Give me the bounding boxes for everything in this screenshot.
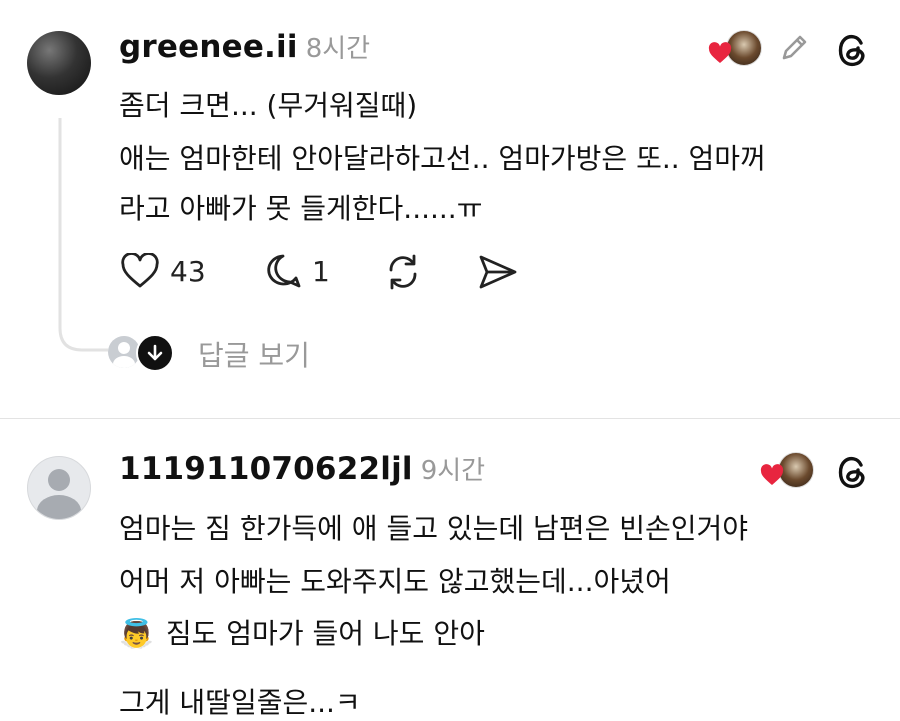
threads-logo-icon[interactable]	[832, 30, 872, 70]
comment-text-line: 라고 아빠가 못 들게한다......ㅠ	[119, 192, 483, 225]
author-liked-badge	[760, 452, 814, 492]
reply-count: 1	[312, 255, 330, 288]
repost-icon[interactable]	[383, 252, 423, 292]
timestamp: 9시간	[420, 456, 486, 486]
reply-avatars[interactable]	[108, 334, 174, 372]
thread-connector-line	[58, 118, 108, 352]
avatar[interactable]	[27, 31, 91, 95]
share-send-icon[interactable]	[477, 253, 519, 291]
comment-text-line: 👼 짐도 엄마가 들어 나도 안아	[119, 612, 485, 652]
comment-text-line: 어머 저 아빠는 도와주지도 않고했는데...아녔어	[119, 565, 671, 598]
edit-pencil-icon[interactable]	[776, 30, 812, 66]
view-replies-link[interactable]: 답글 보기	[198, 334, 310, 374]
like-icon[interactable]	[120, 253, 160, 289]
timestamp: 8시간	[305, 34, 371, 64]
username[interactable]: greenee.ii	[119, 29, 298, 65]
comment-text: 짐도 엄마가 들어 나도 안아	[165, 617, 485, 650]
heart-icon	[708, 42, 732, 63]
username[interactable]: 111911070622ljl	[119, 451, 413, 487]
comment-header: 111911070622ljl 9시간	[119, 450, 485, 493]
angel-emoji-icon: 👼	[119, 617, 154, 650]
comment-text-line: 그게 내딸일줄은...ㅋ	[119, 686, 361, 719]
divider	[0, 418, 900, 419]
author-liked-badge	[708, 30, 762, 70]
reply-comment-icon[interactable]	[263, 252, 303, 290]
like-count: 43	[170, 255, 206, 288]
arrow-down-icon	[136, 334, 174, 372]
threads-logo-icon[interactable]	[832, 452, 872, 492]
comment-header: greenee.ii 8시간	[119, 28, 370, 71]
comment-text-line: 엄마는 짐 한가득에 애 들고 있는데 남편은 빈손인거야	[119, 512, 749, 545]
heart-icon	[760, 464, 784, 485]
comment-text-line: 좀더 크면... (무거워질때)	[119, 89, 418, 122]
avatar[interactable]	[27, 456, 91, 520]
comment-text-line: 애는 엄마한테 안아달라하고선.. 엄마가방은 또.. 엄마꺼	[119, 142, 766, 175]
